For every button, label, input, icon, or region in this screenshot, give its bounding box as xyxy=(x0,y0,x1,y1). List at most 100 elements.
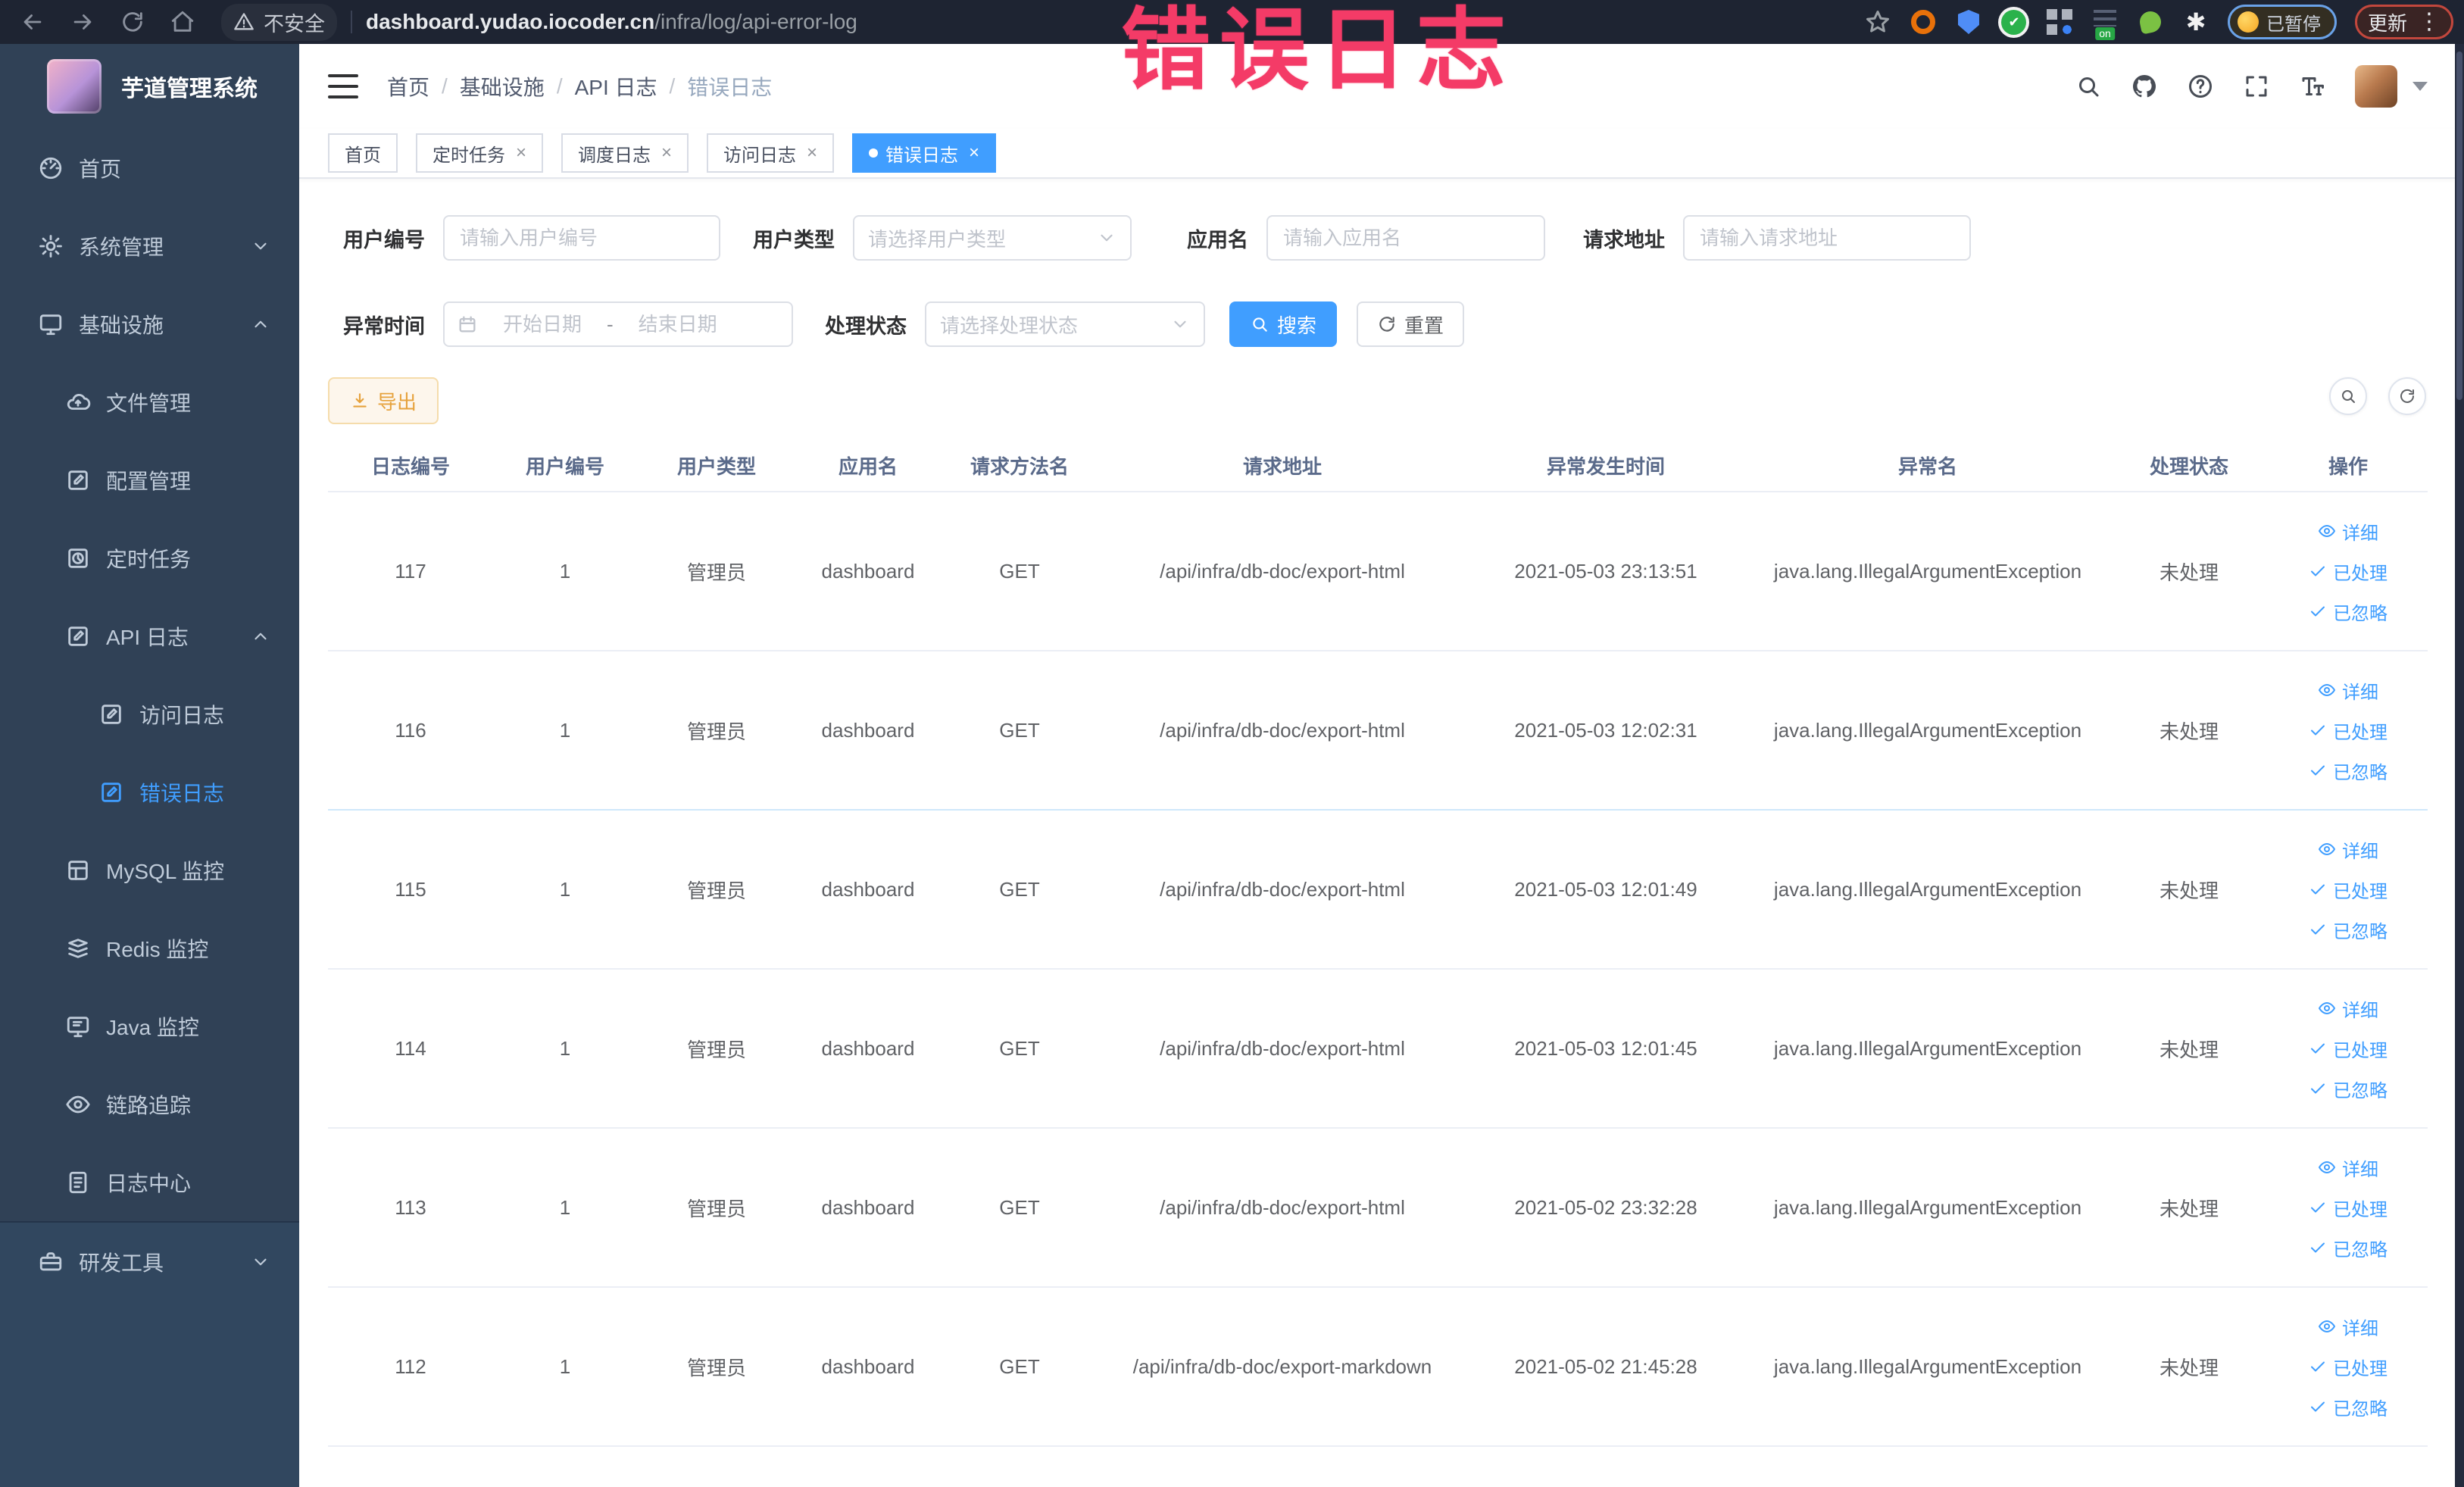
export-button[interactable]: 导出 xyxy=(328,377,439,424)
chevron-down-icon[interactable] xyxy=(2412,82,2428,91)
sidebar-item-dev-tools[interactable]: 研发工具 xyxy=(0,1223,299,1301)
bookmark-star-icon[interactable] xyxy=(1864,8,1891,36)
cell-app: dashboard xyxy=(821,877,915,901)
sidebar-item-mysql[interactable]: MySQL 监控 xyxy=(0,831,299,909)
search-button[interactable]: 搜索 xyxy=(1229,301,1337,347)
sidebar-menu: 首页系统管理基础设施文件管理 配置管理 定时任务 API 日志 访问日志 错误日志 MySQ… xyxy=(0,129,299,1221)
sidebar-item-file[interactable]: 文件管理 xyxy=(0,363,299,441)
extension-grid-icon[interactable] xyxy=(2046,8,2073,36)
page-scrollbar[interactable] xyxy=(2455,44,2464,1487)
action-label: 已处理 xyxy=(2333,1040,2387,1061)
extension-white-star-icon[interactable]: ✱ xyxy=(2182,8,2209,36)
cell-status: 未处理 xyxy=(2159,1197,2219,1220)
action-ignored-link[interactable]: 已忽略 xyxy=(2309,1076,2387,1102)
page-content: 用户编号 用户类型 请选择用户类型 应用名 请求地址 异常时间 - 处理状态 xyxy=(299,215,2455,1447)
search-icon[interactable] xyxy=(2075,73,2102,100)
exception-time-range-picker[interactable]: - xyxy=(443,301,793,347)
action-detail-link[interactable]: 详细 xyxy=(2318,677,2378,704)
process-status-select[interactable]: 请选择处理状态 xyxy=(925,301,1205,347)
sidebar-item-error-log[interactable]: 错误日志 xyxy=(0,753,299,831)
github-icon[interactable] xyxy=(2131,73,2158,100)
breadcrumb: 首页 / 基础设施 / API 日志 / 错误日志 xyxy=(387,71,772,102)
tab-error-log[interactable]: 错误日志 × xyxy=(852,133,997,173)
browser-menu-icon[interactable]: ⋮ xyxy=(2418,11,2441,33)
extension-blue-shield-icon[interactable] xyxy=(1955,8,1982,36)
sidebar-item-job[interactable]: 定时任务 xyxy=(0,519,299,597)
fontsize-icon[interactable] xyxy=(2299,73,2326,100)
action-processed-link[interactable]: 已处理 xyxy=(2309,876,2387,903)
start-date-input[interactable] xyxy=(486,312,599,336)
app-name-input[interactable] xyxy=(1266,215,1545,261)
toggle-search-button[interactable] xyxy=(2329,377,2367,415)
sidebar-item-api-log[interactable]: API 日志 xyxy=(0,597,299,675)
action-processed-link[interactable]: 已处理 xyxy=(2309,1354,2387,1380)
sidebar-item-label: 链路追踪 xyxy=(106,1093,192,1117)
sidebar-item-label: 系统管理 xyxy=(79,235,164,259)
extension-green-sprout-icon[interactable] xyxy=(2137,8,2164,36)
fullscreen-icon[interactable] xyxy=(2243,73,2270,100)
close-icon[interactable]: × xyxy=(661,144,672,162)
scrollbar-thumb[interactable] xyxy=(2456,52,2462,400)
tab-home[interactable]: 首页 xyxy=(328,133,398,173)
cell-method: GET xyxy=(999,559,1040,583)
breadcrumb-item: 错误日志 xyxy=(687,76,773,99)
action-detail-link[interactable]: 详细 xyxy=(2318,1154,2378,1181)
request-url-input[interactable] xyxy=(1683,215,1971,261)
breadcrumb-item[interactable]: 首页 xyxy=(387,71,429,102)
sidebar-item-access-log[interactable]: 访问日志 xyxy=(0,675,299,753)
breadcrumb-item[interactable]: API 日志 xyxy=(575,71,657,102)
action-processed-link[interactable]: 已处理 xyxy=(2309,558,2387,585)
reload-icon[interactable] xyxy=(120,9,145,35)
extension-lines-icon[interactable]: on xyxy=(2091,8,2119,40)
action-processed-link[interactable]: 已处理 xyxy=(2309,1036,2387,1062)
extension-orange-ring-icon[interactable] xyxy=(1910,8,1937,36)
reset-button[interactable]: 重置 xyxy=(1357,301,1464,347)
close-icon[interactable]: × xyxy=(969,144,979,162)
back-icon[interactable] xyxy=(20,9,45,35)
sidebar-item-java[interactable]: Java 监控 xyxy=(0,987,299,1065)
action-processed-link[interactable]: 已处理 xyxy=(2309,1195,2387,1221)
security-chip[interactable]: 不安全 xyxy=(221,3,337,41)
cell-status: 未处理 xyxy=(2159,720,2219,743)
user-type-select[interactable]: 请选择用户类型 xyxy=(853,215,1132,261)
close-icon[interactable]: × xyxy=(516,144,526,162)
action-ignored-link[interactable]: 已忽略 xyxy=(2309,598,2387,625)
avatar[interactable] xyxy=(2355,65,2397,108)
action-processed-link[interactable]: 已处理 xyxy=(2309,717,2387,744)
close-icon[interactable]: × xyxy=(807,144,817,162)
sidebar-item-redis[interactable]: Redis 监控 xyxy=(0,909,299,987)
sidebar-item-log-center[interactable]: 日志中心 xyxy=(0,1143,299,1221)
cell-exception: java.lang.IllegalArgumentException xyxy=(1773,559,2082,583)
action-detail-link[interactable]: 详细 xyxy=(2318,518,2378,545)
action-ignored-link[interactable]: 已忽略 xyxy=(2309,917,2387,943)
address-bar[interactable]: 不安全 dashboard.yudao.iocoder.cn /infra/lo… xyxy=(221,3,857,41)
action-ignored-link[interactable]: 已忽略 xyxy=(2309,1394,2387,1420)
sidebar-item-config[interactable]: 配置管理 xyxy=(0,441,299,519)
user-id-input[interactable] xyxy=(443,215,720,261)
profile-paused-chip[interactable]: 已暂停 xyxy=(2227,5,2337,39)
sidebar-item-system[interactable]: 系统管理 xyxy=(0,207,299,285)
sidebar-item-trace[interactable]: 链路追踪 xyxy=(0,1065,299,1143)
question-icon[interactable] xyxy=(2187,73,2214,100)
end-date-input[interactable] xyxy=(620,312,735,336)
tab-access-log[interactable]: 访问日志 × xyxy=(707,133,835,173)
breadcrumb-item[interactable]: 基础设施 xyxy=(460,71,545,102)
table-toolbar: 导出 xyxy=(328,377,2428,424)
sidebar-item-infra[interactable]: 基础设施 xyxy=(0,285,299,363)
hamburger-icon[interactable] xyxy=(328,74,358,98)
extension-green-circle-icon[interactable]: ✔ xyxy=(2000,8,2028,36)
tab-job[interactable]: 定时任务 × xyxy=(416,133,544,173)
refresh-table-button[interactable] xyxy=(2388,377,2426,415)
sidebar-item-home[interactable]: 首页 xyxy=(0,129,299,207)
action-detail-link[interactable]: 详细 xyxy=(2318,995,2378,1022)
tab-job-log[interactable]: 调度日志 × xyxy=(561,133,689,173)
home-icon[interactable] xyxy=(170,9,195,35)
forward-icon[interactable] xyxy=(70,9,95,35)
action-ignored-link[interactable]: 已忽略 xyxy=(2309,1235,2387,1261)
sidebar-item-label: 基础设施 xyxy=(79,313,164,337)
action-detail-link[interactable]: 详细 xyxy=(2318,1314,2378,1340)
app-logo-block[interactable]: 芋道管理系统 xyxy=(0,44,299,129)
action-detail-link[interactable]: 详细 xyxy=(2318,836,2378,863)
action-ignored-link[interactable]: 已忽略 xyxy=(2309,758,2387,784)
browser-update-chip[interactable]: 更新 ⋮ xyxy=(2354,5,2453,39)
